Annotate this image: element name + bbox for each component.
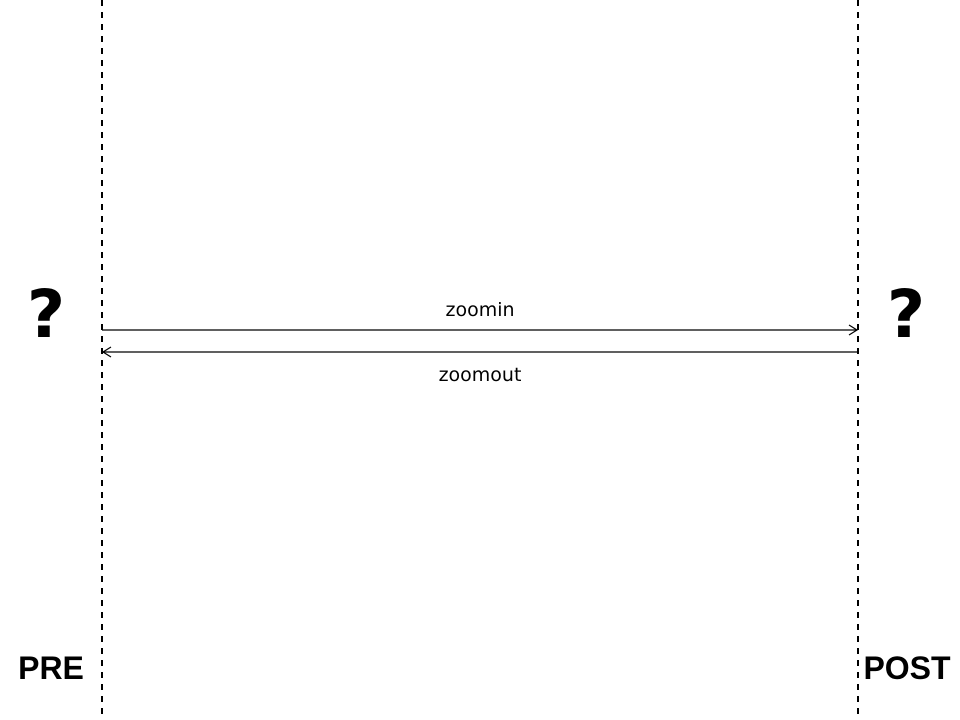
participant-post-label: POST xyxy=(863,650,951,686)
zoomin-message-label: zoomin xyxy=(445,299,515,321)
post-state-unknown: ? xyxy=(886,276,926,353)
zoomout-message-label: zoomout xyxy=(438,364,522,386)
pre-state-unknown: ? xyxy=(26,276,66,353)
sequence-diagram xyxy=(101,0,859,720)
participant-pre-label: PRE xyxy=(18,650,84,686)
